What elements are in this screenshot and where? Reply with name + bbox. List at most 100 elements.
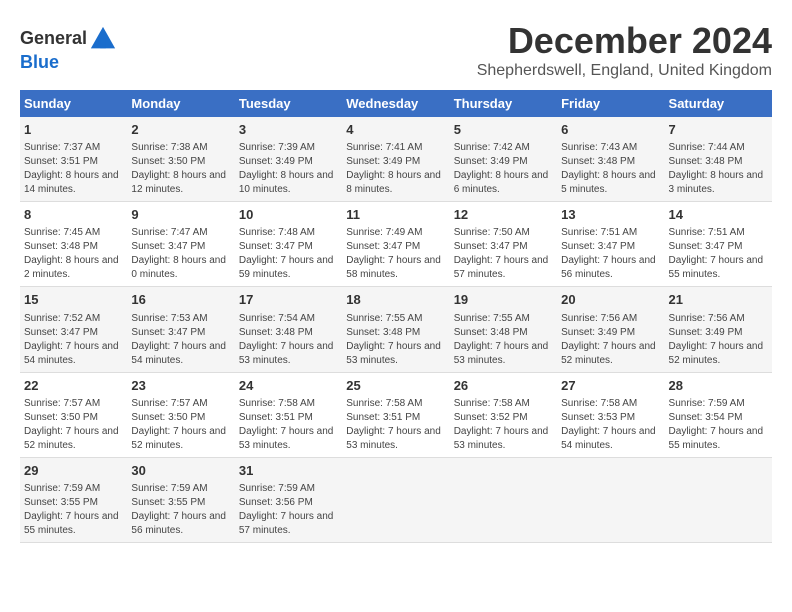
day-number: 9 (131, 206, 230, 224)
day-number: 27 (561, 377, 660, 395)
day-detail: Sunrise: 7:53 AM Sunset: 3:47 PM Dayligh… (131, 312, 230, 368)
day-number: 28 (669, 377, 768, 395)
day-detail: Sunrise: 7:58 AM Sunset: 3:51 PM Dayligh… (239, 397, 338, 453)
calendar-cell: 19 Sunrise: 7:55 AM Sunset: 3:48 PM Dayli… (450, 287, 557, 372)
weekday-header-monday: Monday (127, 90, 234, 117)
day-detail: Sunrise: 7:38 AM Sunset: 3:50 PM Dayligh… (131, 141, 230, 197)
calendar-cell: 15 Sunrise: 7:52 AM Sunset: 3:47 PM Dayli… (20, 287, 127, 372)
title-section: December 2024 Shepherdswell, England, Un… (477, 20, 772, 80)
logo-text: General Blue (20, 25, 117, 73)
day-number: 24 (239, 377, 338, 395)
calendar-cell (557, 457, 664, 542)
day-detail: Sunrise: 7:47 AM Sunset: 3:47 PM Dayligh… (131, 226, 230, 282)
logo-general: General (20, 28, 87, 48)
day-number: 10 (239, 206, 338, 224)
day-number: 3 (239, 121, 338, 139)
day-detail: Sunrise: 7:54 AM Sunset: 3:48 PM Dayligh… (239, 312, 338, 368)
calendar-cell: 20 Sunrise: 7:56 AM Sunset: 3:49 PM Dayli… (557, 287, 664, 372)
weekday-header-wednesday: Wednesday (342, 90, 449, 117)
day-detail: Sunrise: 7:55 AM Sunset: 3:48 PM Dayligh… (346, 312, 445, 368)
day-detail: Sunrise: 7:45 AM Sunset: 3:48 PM Dayligh… (24, 226, 123, 282)
calendar-cell: 10 Sunrise: 7:48 AM Sunset: 3:47 PM Dayli… (235, 202, 342, 287)
calendar-cell: 5 Sunrise: 7:42 AM Sunset: 3:49 PM Daylig… (450, 117, 557, 202)
day-detail: Sunrise: 7:55 AM Sunset: 3:48 PM Dayligh… (454, 312, 553, 368)
day-number: 20 (561, 291, 660, 309)
day-detail: Sunrise: 7:39 AM Sunset: 3:49 PM Dayligh… (239, 141, 338, 197)
day-number: 25 (346, 377, 445, 395)
calendar-week-row: 22 Sunrise: 7:57 AM Sunset: 3:50 PM Dayli… (20, 372, 772, 457)
main-title: December 2024 (477, 20, 772, 62)
calendar-cell (665, 457, 772, 542)
logo-icon (89, 25, 117, 53)
day-number: 23 (131, 377, 230, 395)
calendar-cell: 9 Sunrise: 7:47 AM Sunset: 3:47 PM Daylig… (127, 202, 234, 287)
logo: General Blue (20, 25, 117, 73)
calendar-week-row: 8 Sunrise: 7:45 AM Sunset: 3:48 PM Daylig… (20, 202, 772, 287)
weekday-header-friday: Friday (557, 90, 664, 117)
day-detail: Sunrise: 7:42 AM Sunset: 3:49 PM Dayligh… (454, 141, 553, 197)
day-number: 26 (454, 377, 553, 395)
calendar-cell: 21Sunrise: 7:56 AM Sunset: 3:49 PM Dayli… (665, 287, 772, 372)
calendar-week-row: 1 Sunrise: 7:37 AM Sunset: 3:51 PM Daylig… (20, 117, 772, 202)
day-detail: Sunrise: 7:50 AM Sunset: 3:47 PM Dayligh… (454, 226, 553, 282)
calendar-cell (342, 457, 449, 542)
header: General Blue December 2024 Shepherdswell… (20, 20, 772, 80)
day-number: 1 (24, 121, 123, 139)
calendar-cell: 7 Sunrise: 7:44 AM Sunset: 3:48 PM Daylig… (665, 117, 772, 202)
day-detail: Sunrise: 7:59 AM Sunset: 3:54 PM Dayligh… (669, 397, 768, 453)
day-number: 15 (24, 291, 123, 309)
day-number: 5 (454, 121, 553, 139)
day-number: 22 (24, 377, 123, 395)
day-number: 17 (239, 291, 338, 309)
day-number: 31 (239, 462, 338, 480)
day-number: 13 (561, 206, 660, 224)
calendar-cell: 1 Sunrise: 7:37 AM Sunset: 3:51 PM Daylig… (20, 117, 127, 202)
day-number: 7 (669, 121, 768, 139)
calendar-cell: 25 Sunrise: 7:58 AM Sunset: 3:51 PM Dayli… (342, 372, 449, 457)
day-number: 21 (669, 291, 768, 309)
day-number: 19 (454, 291, 553, 309)
day-detail: Sunrise: 7:58 AM Sunset: 3:51 PM Dayligh… (346, 397, 445, 453)
weekday-header-sunday: Sunday (20, 90, 127, 117)
day-detail: Sunrise: 7:57 AM Sunset: 3:50 PM Dayligh… (131, 397, 230, 453)
calendar-cell: 29Sunrise: 7:59 AM Sunset: 3:55 PM Dayli… (20, 457, 127, 542)
day-number: 18 (346, 291, 445, 309)
calendar-cell: 28 Sunrise: 7:59 AM Sunset: 3:54 PM Dayli… (665, 372, 772, 457)
day-number: 16 (131, 291, 230, 309)
calendar-cell: 12 Sunrise: 7:50 AM Sunset: 3:47 PM Dayli… (450, 202, 557, 287)
calendar-week-row: 29Sunrise: 7:59 AM Sunset: 3:55 PM Dayli… (20, 457, 772, 542)
calendar-cell: 27 Sunrise: 7:58 AM Sunset: 3:53 PM Dayli… (557, 372, 664, 457)
day-detail: Sunrise: 7:58 AM Sunset: 3:53 PM Dayligh… (561, 397, 660, 453)
calendar-cell: 18 Sunrise: 7:55 AM Sunset: 3:48 PM Dayli… (342, 287, 449, 372)
calendar-cell: 14Sunrise: 7:51 AM Sunset: 3:47 PM Dayli… (665, 202, 772, 287)
calendar-cell: 6 Sunrise: 7:43 AM Sunset: 3:48 PM Daylig… (557, 117, 664, 202)
calendar-cell: 31 Sunrise: 7:59 AM Sunset: 3:56 PM Dayli… (235, 457, 342, 542)
day-number: 6 (561, 121, 660, 139)
calendar-cell: 4Sunrise: 7:41 AM Sunset: 3:49 PM Daylig… (342, 117, 449, 202)
day-detail: Sunrise: 7:41 AM Sunset: 3:49 PM Dayligh… (346, 141, 445, 197)
calendar-cell: 22 Sunrise: 7:57 AM Sunset: 3:50 PM Dayli… (20, 372, 127, 457)
calendar-cell: 24 Sunrise: 7:58 AM Sunset: 3:51 PM Dayli… (235, 372, 342, 457)
day-detail: Sunrise: 7:43 AM Sunset: 3:48 PM Dayligh… (561, 141, 660, 197)
day-detail: Sunrise: 7:59 AM Sunset: 3:56 PM Dayligh… (239, 482, 338, 538)
calendar-cell: 2Sunrise: 7:38 AM Sunset: 3:50 PM Daylig… (127, 117, 234, 202)
day-detail: Sunrise: 7:44 AM Sunset: 3:48 PM Dayligh… (669, 141, 768, 197)
day-detail: Sunrise: 7:49 AM Sunset: 3:47 PM Dayligh… (346, 226, 445, 282)
day-detail: Sunrise: 7:51 AM Sunset: 3:47 PM Dayligh… (669, 226, 768, 282)
calendar-cell: 11 Sunrise: 7:49 AM Sunset: 3:47 PM Dayli… (342, 202, 449, 287)
day-number: 12 (454, 206, 553, 224)
day-detail: Sunrise: 7:37 AM Sunset: 3:51 PM Dayligh… (24, 141, 123, 197)
calendar-cell (450, 457, 557, 542)
calendar-table: SundayMondayTuesdayWednesdayThursdayFrid… (20, 90, 772, 543)
logo-blue: Blue (20, 52, 59, 72)
day-number: 11 (346, 206, 445, 224)
calendar-cell: 8 Sunrise: 7:45 AM Sunset: 3:48 PM Daylig… (20, 202, 127, 287)
day-number: 8 (24, 206, 123, 224)
calendar-cell: 3 Sunrise: 7:39 AM Sunset: 3:49 PM Daylig… (235, 117, 342, 202)
day-number: 30 (131, 462, 230, 480)
day-detail: Sunrise: 7:57 AM Sunset: 3:50 PM Dayligh… (24, 397, 123, 453)
day-detail: Sunrise: 7:52 AM Sunset: 3:47 PM Dayligh… (24, 312, 123, 368)
calendar-cell: 13Sunrise: 7:51 AM Sunset: 3:47 PM Dayli… (557, 202, 664, 287)
day-detail: Sunrise: 7:56 AM Sunset: 3:49 PM Dayligh… (561, 312, 660, 368)
day-detail: Sunrise: 7:48 AM Sunset: 3:47 PM Dayligh… (239, 226, 338, 282)
